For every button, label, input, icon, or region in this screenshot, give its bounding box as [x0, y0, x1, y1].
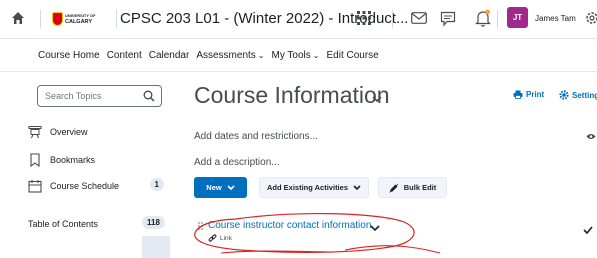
nav-my-tools-label: My Tools [271, 49, 311, 61]
topic-title-link[interactable]: Course instructor contact information [208, 220, 371, 231]
chevron-down-icon [227, 184, 235, 190]
search-icon[interactable] [143, 90, 155, 102]
topic-type: Link [208, 234, 232, 243]
divider [116, 10, 117, 28]
chevron-down-icon: ⌄ [257, 50, 265, 60]
divider [40, 10, 41, 28]
printer-icon [513, 90, 523, 99]
university-logo[interactable]: UNIVERSITY OF CALGARY [52, 10, 112, 28]
bookmark-icon [30, 153, 40, 167]
shield-icon [52, 12, 63, 26]
gear-icon [559, 90, 569, 100]
nav-assessments-label: Assessments [196, 49, 256, 61]
new-button-label: New [206, 183, 222, 192]
bell-icon[interactable] [475, 9, 491, 27]
mail-icon[interactable] [411, 12, 427, 24]
home-icon[interactable] [11, 11, 25, 25]
sidebar-item-course-schedule[interactable]: Course Schedule 1 [28, 175, 170, 197]
nav-calendar[interactable]: Calendar [149, 50, 190, 61]
gear-icon[interactable] [584, 10, 597, 26]
drag-handle-icon[interactable] [198, 222, 204, 232]
print-button[interactable]: Print [513, 90, 544, 99]
eye-icon[interactable] [586, 133, 596, 140]
sidebar-item-label: Course Schedule [50, 181, 120, 191]
divider [497, 10, 498, 28]
add-description-link[interactable]: Add a description... [194, 157, 280, 168]
checkmark-icon [583, 226, 593, 234]
logo-line-2: CALGARY [65, 19, 92, 25]
search-topics [37, 85, 162, 107]
topic-type-label: Link [220, 235, 232, 242]
chevron-down-icon[interactable] [372, 96, 382, 103]
bulk-edit-label: Bulk Edit [403, 183, 437, 192]
print-label: Print [526, 90, 545, 99]
page-title: Course Information [194, 82, 390, 108]
count-badge: 1 [149, 178, 164, 191]
chevron-down-icon: ⌄ [312, 50, 320, 60]
chevron-down-icon [353, 184, 361, 190]
count-badge: 118 [142, 216, 165, 229]
new-button[interactable]: New [194, 177, 247, 198]
chat-icon[interactable] [440, 11, 456, 27]
course-navbar: Course Home Content Calendar Assessments… [0, 38, 597, 72]
search-input[interactable] [38, 86, 138, 106]
sidebar-item-table-of-contents[interactable]: Table of Contents 118 [0, 210, 198, 236]
top-bar: UNIVERSITY OF CALGARY CPSC 203 L01 - (Wi… [0, 0, 597, 38]
settings-label: Settings [572, 90, 597, 100]
settings-button[interactable]: Settings [559, 90, 597, 100]
nav-content[interactable]: Content [107, 50, 142, 61]
link-icon [208, 234, 217, 242]
add-existing-activities-button[interactable]: Add Existing Activities [259, 177, 369, 198]
app-grid-icon[interactable] [357, 11, 371, 25]
nav-assessments[interactable]: Assessments ⌄ [196, 50, 264, 61]
nav-my-tools[interactable]: My Tools ⌄ [272, 50, 320, 61]
divider [392, 10, 393, 28]
overview-icon [28, 126, 42, 139]
sidebar-selected-indicator [142, 236, 170, 258]
bulk-edit-button[interactable]: Bulk Edit [378, 177, 447, 198]
add-existing-label: Add Existing Activities [267, 183, 348, 192]
chevron-down-icon[interactable] [370, 225, 380, 232]
nav-course-home[interactable]: Course Home [38, 50, 100, 61]
sidebar-item-bookmarks[interactable]: Bookmarks [28, 149, 170, 171]
avatar[interactable]: JT [507, 7, 528, 28]
sidebar-item-label: Bookmarks [50, 155, 96, 165]
calendar-icon [28, 180, 42, 193]
sidebar-item-overview[interactable]: Overview [28, 121, 170, 143]
topic-row[interactable]: Course instructor contact information Li… [194, 214, 597, 250]
sidebar-item-label: Overview [50, 127, 88, 137]
pencil-icon [389, 183, 398, 193]
sidebar-item-label: Table of Contents [28, 219, 99, 229]
add-dates-link[interactable]: Add dates and restrictions... [194, 131, 318, 142]
user-name[interactable]: James Tam [535, 14, 576, 23]
nav-edit-course[interactable]: Edit Course [326, 50, 378, 61]
content-sidebar: Overview Bookmarks Course Schedule 1 Tab… [28, 72, 170, 258]
